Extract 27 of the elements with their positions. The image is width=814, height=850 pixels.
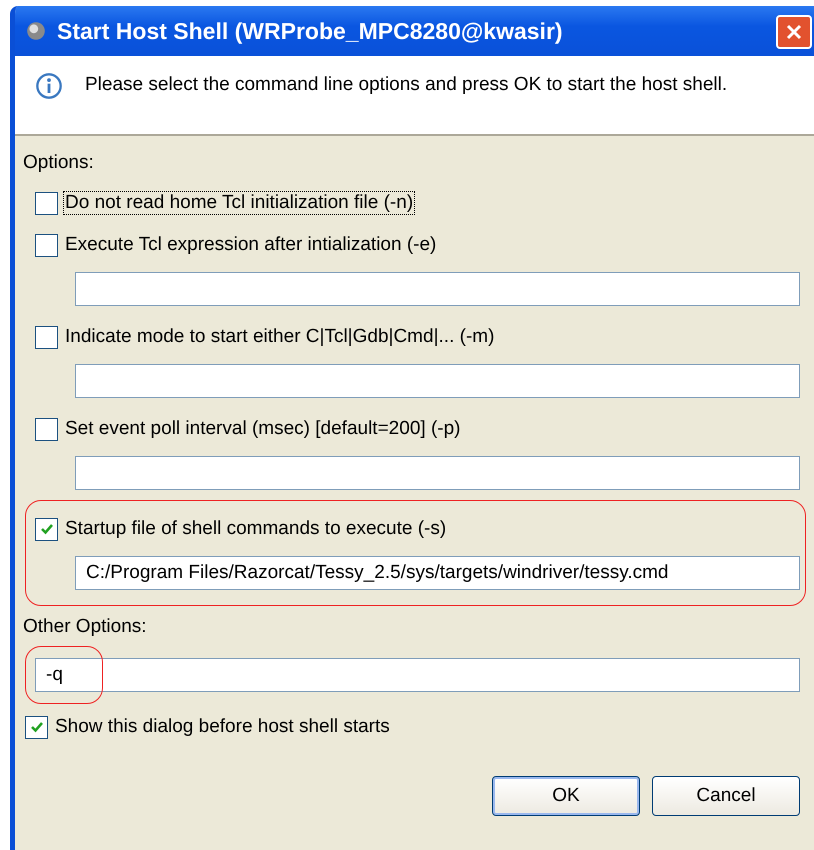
option-label: Execute Tcl expression after intialization (-e): [64, 234, 438, 256]
option-label: Set event poll interval (msec) [default=200] (-p): [64, 418, 462, 440]
window-title: Start Host Shell (WRProbe_MPC8280@kwasir): [57, 18, 563, 44]
checkbox[interactable]: [35, 192, 58, 214]
section-label: Options:: [23, 152, 95, 175]
shell-icon: [25, 20, 47, 42]
info-icon: [35, 72, 63, 100]
checkbox[interactable]: [35, 518, 58, 540]
checkbox[interactable]: [35, 326, 58, 348]
option-label: Indicate mode to start either C|Tcl|Gdb|Cmd|... (-m): [64, 326, 496, 348]
input-field[interactable]: C:/Program Files/Razorcat/Tessy_2.5/sys/targets/windriver/tessy.cmd: [75, 556, 800, 590]
ok-button[interactable]: OK: [492, 776, 640, 816]
input-field[interactable]: [75, 272, 800, 306]
input-field[interactable]: [75, 364, 800, 398]
cancel-button[interactable]: Cancel: [652, 776, 800, 816]
input-field[interactable]: -q: [35, 658, 800, 692]
option-label: Show this dialog before host shell starts: [54, 716, 391, 738]
message-text: Please select the command line options and press OK to start the host shell.: [85, 74, 728, 96]
checkbox[interactable]: [35, 418, 58, 440]
option-label: Do not read home Tcl initialization file (-n): [64, 192, 414, 214]
checkbox[interactable]: [35, 234, 58, 256]
close-icon: [784, 22, 804, 42]
checkbox[interactable]: [25, 716, 48, 738]
section-label: Other Options:: [23, 616, 148, 639]
close-button[interactable]: [776, 15, 812, 49]
input-field[interactable]: [75, 456, 800, 490]
option-label: Startup file of shell commands to execute (-s): [64, 518, 448, 540]
